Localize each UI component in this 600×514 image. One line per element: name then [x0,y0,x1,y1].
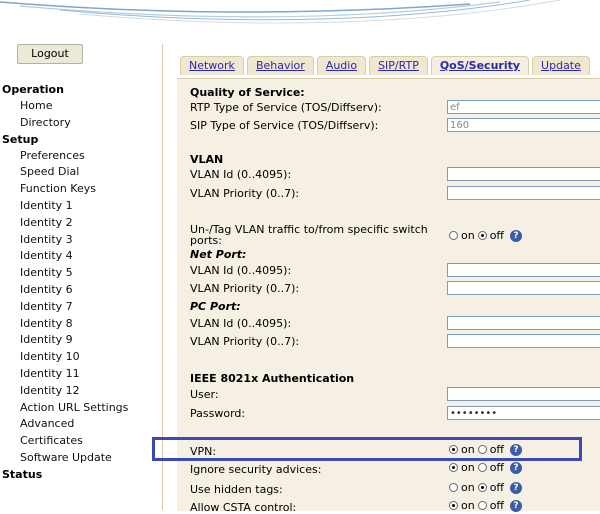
hidden-tags-off-radio[interactable] [477,483,487,492]
rtp-tos-input[interactable]: ef [447,100,600,114]
vlan-priority-input[interactable] [447,186,600,200]
net-port-label: Net Port: [190,248,247,261]
hidden-tags-label: Use hidden tags: [190,483,283,496]
ieee-user-label: User: [190,388,219,401]
vlan-priority-label: VLAN Priority (0..7): [190,187,300,200]
tab-behavior[interactable]: Behavior [246,56,314,75]
untag-vlan-off-radio[interactable] [477,231,487,240]
csta-radio-group: on off ? [449,499,523,512]
help-icon[interactable]: ? [510,461,523,474]
sidebar-section-status: Status [2,467,43,481]
vlan-id-label: VLAN Id (0..4095): [190,168,292,181]
tab-network[interactable]: Network [180,56,244,75]
ignore-security-on-radio[interactable] [449,463,458,472]
sidebar-item-directory[interactable]: Directory [0,115,160,132]
tab-sip-rtp[interactable]: SIP/RTP [369,56,428,75]
untag-vlan-radio-group: on off ? [449,229,523,242]
qos-section-title: Quality of Service: [190,86,305,99]
ignore-security-off-label: off [489,461,505,474]
ieee-section-title: IEEE 8021x Authentication [190,372,355,385]
sidebar-item-function-keys[interactable]: Function Keys [0,181,160,198]
sidebar-item-identity-6[interactable]: Identity 6 [0,282,160,299]
pc-vlan-id-label: VLAN Id (0..4095): [190,317,292,330]
net-vlan-priority-label: VLAN Priority (0..7): [190,282,300,295]
sidebar-nav: Operation Home Directory Setup Preferenc… [0,82,160,483]
ieee-password-label: Password: [190,407,246,420]
sidebar-item-identity-10[interactable]: Identity 10 [0,349,160,366]
csta-on-radio[interactable] [449,501,458,510]
help-icon[interactable]: ? [510,229,523,242]
tab-qos-security[interactable]: QoS/Security [430,56,530,75]
sidebar-item-advanced[interactable]: Advanced [0,416,160,433]
sidebar-item-identity-2[interactable]: Identity 2 [0,215,160,232]
hidden-tags-radio-group: on off ? [449,481,523,494]
sidebar-item-certificates[interactable]: Certificates [0,433,160,450]
tab-audio[interactable]: Audio [316,56,367,75]
sidebar-item-action-url-settings[interactable]: Action URL Settings [0,400,160,417]
untag-vlan-label: Un-/Tag VLAN traffic to/from specific sw… [190,223,428,247]
hidden-tags-on-radio[interactable] [449,483,458,492]
ignore-security-off-radio[interactable] [477,463,487,472]
sidebar-item-preferences[interactable]: Preferences [0,148,160,165]
help-icon[interactable]: ? [510,481,523,494]
tab-bar: Network Behavior Audio SIP/RTP QoS/Secur… [180,56,593,76]
header-swoosh-graphic [0,0,561,24]
csta-off-label: off [489,499,505,512]
untag-vlan-off-label: off [489,229,505,242]
csta-label: Allow CSTA control: [190,501,297,514]
sidebar-item-identity-9[interactable]: Identity 9 [0,332,160,349]
net-vlan-priority-input[interactable] [447,281,600,295]
hidden-tags-on-label: on [461,481,475,494]
sidebar-item-identity-8[interactable]: Identity 8 [0,316,160,333]
csta-off-radio[interactable] [477,501,487,510]
vlan-section-title: VLAN [190,153,224,166]
pc-vlan-priority-input[interactable] [447,334,600,348]
sidebar-item-identity-5[interactable]: Identity 5 [0,265,160,282]
sidebar-item-identity-11[interactable]: Identity 11 [0,366,160,383]
net-vlan-id-label: VLAN Id (0..4095): [190,264,292,277]
sidebar-section-operation: Operation [2,83,64,96]
rtp-tos-label: RTP Type of Service (TOS/Diffserv): [190,101,382,114]
vpn-highlight-box [152,437,582,461]
ieee-password-input[interactable]: •••••••• [447,406,600,420]
vlan-id-input[interactable] [447,167,600,181]
ignore-security-label: Ignore security advices: [190,463,322,476]
untag-vlan-on-label: on [461,229,475,242]
sidebar-item-software-update[interactable]: Software Update [0,450,160,467]
ignore-security-on-label: on [461,461,475,474]
csta-on-label: on [461,499,475,512]
sidebar-item-identity-7[interactable]: Identity 7 [0,299,160,316]
sidebar-item-identity-12[interactable]: Identity 12 [0,383,160,400]
net-vlan-id-input[interactable] [447,263,600,277]
logout-button[interactable]: Logout [17,44,83,64]
sip-tos-input[interactable]: 160 [447,118,600,132]
pc-vlan-priority-label: VLAN Priority (0..7): [190,335,300,348]
ieee-user-input[interactable] [447,387,600,401]
ignore-security-radio-group: on off ? [449,461,523,474]
sidebar-item-identity-1[interactable]: Identity 1 [0,198,160,215]
pc-vlan-id-input[interactable] [447,316,600,330]
sidebar-item-identity-3[interactable]: Identity 3 [0,232,160,249]
sidebar-item-identity-4[interactable]: Identity 4 [0,248,160,265]
sidebar-section-setup: Setup [2,132,39,146]
pc-port-label: PC Port: [190,300,241,313]
tab-update[interactable]: Update [532,56,590,75]
sidebar-item-speed-dial[interactable]: Speed Dial [0,164,160,181]
sip-tos-label: SIP Type of Service (TOS/Diffserv): [190,119,379,132]
hidden-tags-off-label: off [489,481,505,494]
sidebar-item-home[interactable]: Home [0,98,160,115]
untag-vlan-on-radio[interactable] [449,231,458,240]
